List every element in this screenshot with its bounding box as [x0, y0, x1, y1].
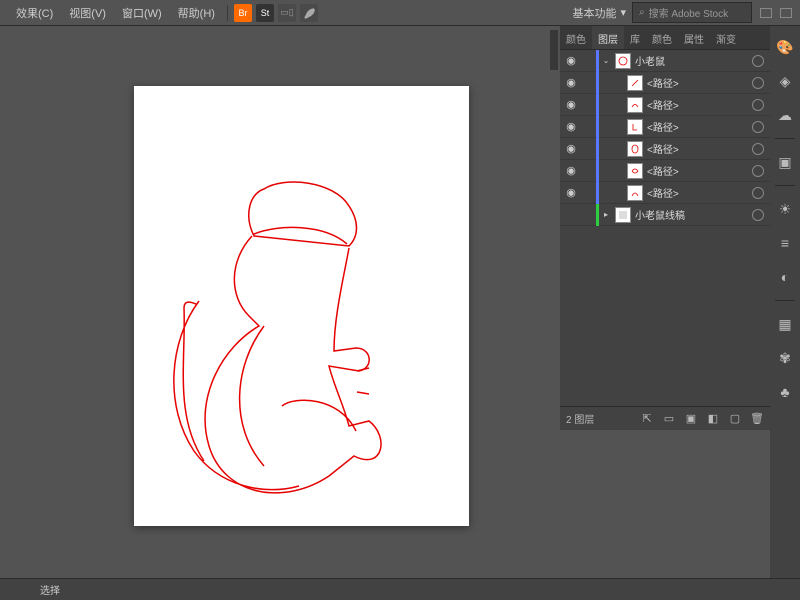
layer-row-path[interactable]: ◉ <路径> [560, 138, 770, 160]
layer-name[interactable]: <路径> [647, 75, 746, 90]
menu-help[interactable]: 帮助(H) [170, 5, 223, 21]
transparency-icon[interactable]: ◐ [774, 266, 796, 288]
cube-icon[interactable]: ▣ [774, 151, 796, 173]
disclosure-icon[interactable]: ⌄ [601, 56, 611, 65]
layer-row-path[interactable]: ◉ <路径> [560, 94, 770, 116]
target-icon[interactable] [752, 209, 764, 221]
visibility-icon[interactable]: ◉ [560, 98, 582, 111]
status-bar: 选择 [0, 578, 800, 600]
menu-effects[interactable]: 效果(C) [8, 5, 61, 21]
target-icon[interactable] [752, 99, 764, 111]
search-input[interactable]: ⌕搜索 Adobe Stock [632, 2, 752, 23]
layer-thumbnail[interactable] [627, 75, 643, 91]
layer-name[interactable]: <路径> [647, 97, 746, 112]
search-icon: ⌕ [639, 7, 645, 18]
divider [227, 5, 228, 21]
layer-row-path[interactable]: ◉ <路径> [560, 72, 770, 94]
panel-collapse-handle[interactable] [550, 30, 558, 70]
minimize-button[interactable] [760, 8, 772, 18]
target-icon[interactable] [752, 77, 764, 89]
layer-thumbnail[interactable] [627, 185, 643, 201]
target-icon[interactable] [752, 55, 764, 67]
menu-view[interactable]: 视图(V) [61, 5, 114, 21]
layer-thumbnail[interactable] [627, 163, 643, 179]
tab-gradient[interactable]: 渐变 [710, 26, 742, 49]
tab-layers[interactable]: 图层 [592, 26, 624, 49]
menu-bar: 效果(C) 视图(V) 窗口(W) 帮助(H) Br St ▭▯ 基本功能 ▾ … [0, 0, 800, 26]
cc-libraries-icon[interactable]: ☁ [774, 104, 796, 126]
clip-icon[interactable]: ▭ [662, 412, 676, 426]
layer-thumbnail[interactable] [627, 119, 643, 135]
layer-name[interactable]: 小老鼠 [635, 53, 746, 68]
target-icon[interactable] [752, 165, 764, 177]
tab-swatches[interactable]: 颜色 [646, 26, 678, 49]
stock-icon[interactable]: St [256, 4, 274, 22]
window-controls [760, 8, 792, 18]
arrange-icon[interactable]: ▭▯ [278, 4, 296, 22]
chevron-down-icon: ▾ [620, 6, 626, 19]
layer-thumbnail[interactable] [627, 141, 643, 157]
layer-thumbnail[interactable] [627, 97, 643, 113]
layer-name[interactable]: <路径> [647, 185, 746, 200]
layer-name[interactable]: <路径> [647, 163, 746, 178]
new-layer-icon[interactable]: ▢ [728, 412, 742, 426]
swatches-icon[interactable]: ▦ [774, 313, 796, 335]
layer-row-path[interactable]: ◉ <路径> [560, 116, 770, 138]
new-sublayer-icon[interactable]: ◧ [706, 412, 720, 426]
visibility-icon[interactable]: ◉ [560, 164, 582, 177]
trash-icon[interactable]: 🗑 [750, 412, 764, 426]
workspace-switcher[interactable]: 基本功能 ▾ [566, 5, 632, 21]
tab-color[interactable]: 颜色 [560, 26, 592, 49]
panel-tab-bar: 颜色 图层 库 颜色 属性 渐变 [560, 26, 770, 50]
layer-row-path[interactable]: ◉ <路径> [560, 182, 770, 204]
layers-panel: 颜色 图层 库 颜色 属性 渐变 ◉ ⌄ 小老鼠 ◉ <路径> ◉ <路径> [560, 26, 770, 430]
layer-name[interactable]: <路径> [647, 141, 746, 156]
layer-row-path[interactable]: ◉ <路径> [560, 160, 770, 182]
visibility-icon[interactable]: ◉ [560, 186, 582, 199]
tab-properties[interactable]: 属性 [678, 26, 710, 49]
layers-icon[interactable]: ◈ [774, 70, 796, 92]
panel-footer: 2 图层 ⇱ ▭ ▣ ◧ ▢ 🗑 [560, 406, 770, 430]
target-icon[interactable] [752, 121, 764, 133]
visibility-icon[interactable]: ◉ [560, 142, 582, 155]
layer-name[interactable]: <路径> [647, 119, 746, 134]
visibility-icon[interactable]: ◉ [560, 120, 582, 133]
target-icon[interactable] [752, 143, 764, 155]
layer-name[interactable]: 小老鼠线稿 [635, 207, 746, 222]
target-icon[interactable] [752, 187, 764, 199]
bridge-icon[interactable]: Br [234, 4, 252, 22]
canvas-area[interactable] [0, 26, 560, 578]
layer-row-hidden[interactable]: ▸ 小老鼠线稿 [560, 204, 770, 226]
right-toolbar: 🎨 ◈ ☁ ▣ ☀ ≡ ◐ ▦ ✾ ♣ [770, 26, 800, 578]
symbols-icon[interactable]: ♣ [774, 381, 796, 403]
disclosure-icon[interactable]: ▸ [601, 210, 611, 219]
feather-icon[interactable] [300, 4, 318, 22]
brushes-icon[interactable]: ✾ [774, 347, 796, 369]
layer-list: ◉ ⌄ 小老鼠 ◉ <路径> ◉ <路径> ◉ <路径> [560, 50, 770, 226]
layer-thumbnail[interactable] [615, 53, 631, 69]
maximize-button[interactable] [780, 8, 792, 18]
brightness-icon[interactable]: ☀ [774, 198, 796, 220]
locate-icon[interactable]: ⇱ [640, 412, 654, 426]
visibility-icon[interactable]: ◉ [560, 76, 582, 89]
artboard[interactable] [134, 86, 469, 526]
visibility-icon[interactable]: ◉ [560, 54, 582, 67]
artwork-mouse [134, 86, 469, 526]
layer-thumbnail[interactable] [615, 207, 631, 223]
menu-window[interactable]: 窗口(W) [114, 5, 170, 21]
layer-row-parent[interactable]: ◉ ⌄ 小老鼠 [560, 50, 770, 72]
collect-icon[interactable]: ▣ [684, 412, 698, 426]
color-picker-icon[interactable]: 🎨 [774, 36, 796, 58]
status-text: 选择 [40, 582, 60, 597]
tab-libraries[interactable]: 库 [624, 26, 646, 49]
align-icon[interactable]: ≡ [774, 232, 796, 254]
